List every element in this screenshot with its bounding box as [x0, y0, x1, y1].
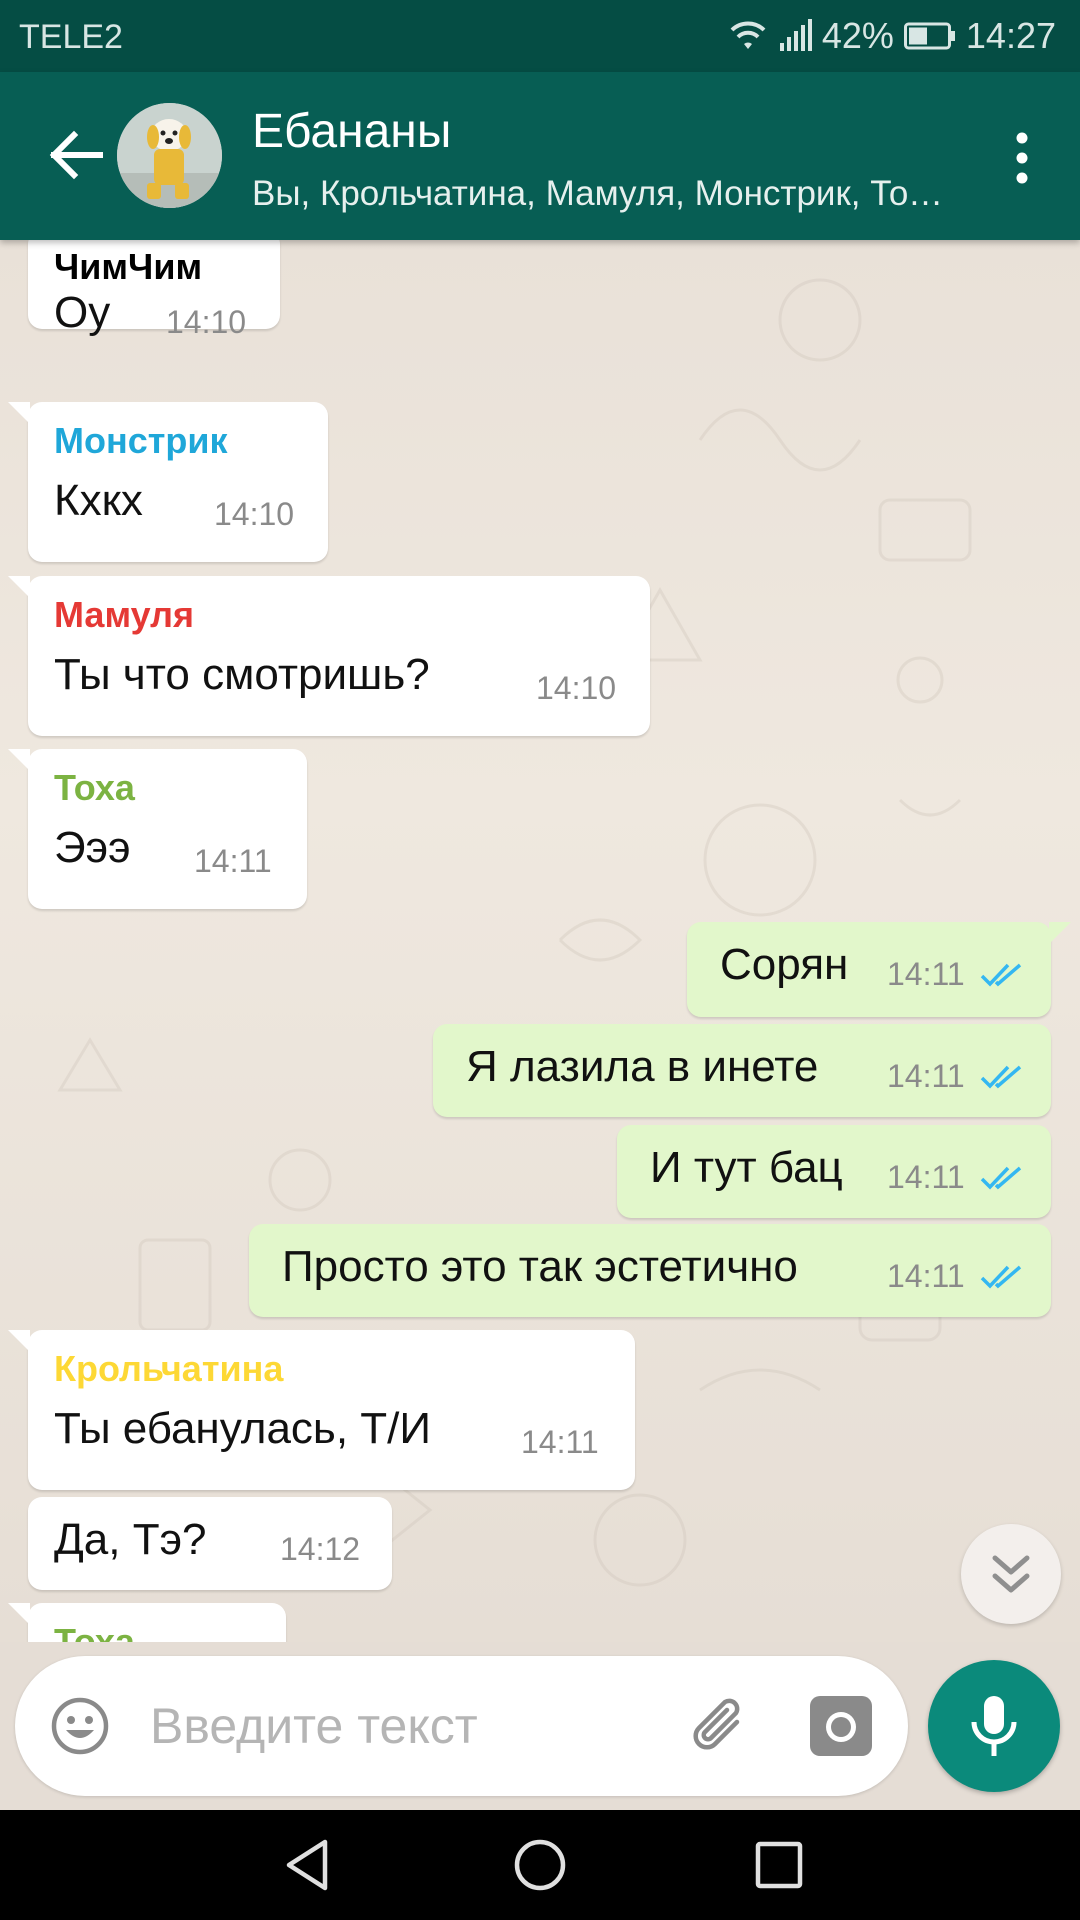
- message-text: Просто это так эстетично: [282, 1242, 798, 1291]
- emoji-icon[interactable]: [50, 1696, 110, 1756]
- message-bubble-outgoing[interactable]: Просто это так эстетично 14:11: [249, 1224, 1051, 1317]
- message-text: Сорян: [720, 940, 849, 989]
- wifi-icon: [730, 21, 766, 49]
- message-sender: Крольчатина: [54, 1348, 284, 1389]
- double-chevron-down-icon: [992, 1555, 1030, 1593]
- message-time: 14:11: [887, 1258, 965, 1294]
- read-ticks-icon: [980, 963, 1022, 987]
- read-ticks-icon: [980, 1265, 1022, 1289]
- message-text: Ты что смотришь?: [54, 650, 430, 699]
- read-ticks-icon: [980, 1065, 1022, 1089]
- message-text: Кхкх: [54, 476, 143, 525]
- signal-icon: [779, 19, 812, 51]
- message-time: 14:11: [194, 843, 272, 879]
- message-bubble-incoming[interactable]: ЧимЧим Оу 14:10: [28, 240, 280, 340]
- message-text: Эээ: [54, 823, 131, 872]
- clock: 14:27: [965, 15, 1056, 56]
- message-text: Да, Тэ?: [54, 1515, 207, 1564]
- message-sender: Тоха: [54, 1621, 135, 1642]
- battery-icon: [903, 22, 955, 50]
- message-time: 14:11: [887, 1058, 965, 1094]
- message-bubble-outgoing[interactable]: Я лазила в инете 14:11: [433, 1024, 1051, 1117]
- message-bubble-outgoing[interactable]: И тут бац 14:11: [617, 1125, 1051, 1218]
- message-text: Я лазила в инете: [466, 1042, 819, 1091]
- carrier-name: TELE2: [19, 18, 123, 56]
- message-time: 14:11: [887, 1159, 965, 1195]
- home-circle-icon[interactable]: [507, 1832, 573, 1898]
- read-ticks-icon: [980, 1166, 1022, 1190]
- back-triangle-icon[interactable]: [275, 1832, 341, 1898]
- message-bubble-incoming[interactable]: Да, Тэ? 14:12: [28, 1497, 392, 1590]
- chat-title[interactable]: Ебананы: [252, 104, 451, 159]
- message-bubble-incoming[interactable]: Тоха: [8, 1603, 286, 1642]
- message-bubble-incoming[interactable]: Мамуля Ты что смотришь? 14:10: [8, 576, 650, 736]
- message-composer: [15, 1656, 908, 1796]
- message-sender: ЧимЧим: [54, 246, 203, 287]
- message-text: И тут бац: [650, 1143, 843, 1192]
- recents-square-icon[interactable]: [746, 1832, 812, 1898]
- message-time: 14:10: [214, 496, 295, 532]
- chat-participants[interactable]: Вы, Крольчатина, Мамуля, Монстрик, Тоха,…: [252, 174, 952, 214]
- message-sender: Монстрик: [54, 420, 228, 461]
- message-text: Оу: [54, 288, 111, 337]
- message-time: 14:10: [166, 304, 247, 340]
- message-time: 14:11: [521, 1424, 599, 1460]
- message-sender: Тоха: [54, 767, 135, 808]
- message-time: 14:10: [536, 670, 617, 706]
- status-right: 42% 14:27: [728, 14, 1056, 58]
- group-avatar[interactable]: [117, 103, 222, 208]
- attach-icon[interactable]: [685, 1692, 755, 1762]
- message-bubble-outgoing[interactable]: Сорян 14:11: [687, 922, 1071, 1017]
- mic-button[interactable]: [928, 1660, 1060, 1792]
- camera-icon[interactable]: [808, 1694, 874, 1758]
- system-nav-bar: [0, 1810, 1080, 1920]
- chat-header: Ебананы Вы, Крольчатина, Мамуля, Монстри…: [0, 72, 1080, 240]
- message-bubble-incoming[interactable]: Монстрик Кхкх 14:10: [8, 402, 328, 562]
- message-input[interactable]: [150, 1690, 550, 1762]
- message-time: 14:12: [280, 1531, 361, 1567]
- message-time: 14:11: [887, 956, 965, 992]
- arrow-left-icon[interactable]: [42, 122, 108, 188]
- message-bubble-incoming[interactable]: Тоха Эээ 14:11: [8, 749, 307, 909]
- status-bar: TELE2 42% 14:27: [0, 0, 1080, 72]
- message-text: Ты ебанулась, Т/И: [54, 1404, 432, 1453]
- message-bubble-incoming[interactable]: Крольчатина Ты ебанулась, Т/И 14:11: [8, 1330, 635, 1490]
- battery-percent: 42%: [821, 15, 894, 56]
- scroll-to-bottom-button[interactable]: [961, 1524, 1061, 1624]
- message-sender: Мамуля: [54, 594, 195, 635]
- mic-icon: [971, 1696, 1017, 1756]
- message-list[interactable]: ЧимЧим Оу 14:10 Монстрик Кхкх 14:10 Маму…: [0, 240, 1080, 1642]
- more-vert-icon[interactable]: [1000, 128, 1044, 188]
